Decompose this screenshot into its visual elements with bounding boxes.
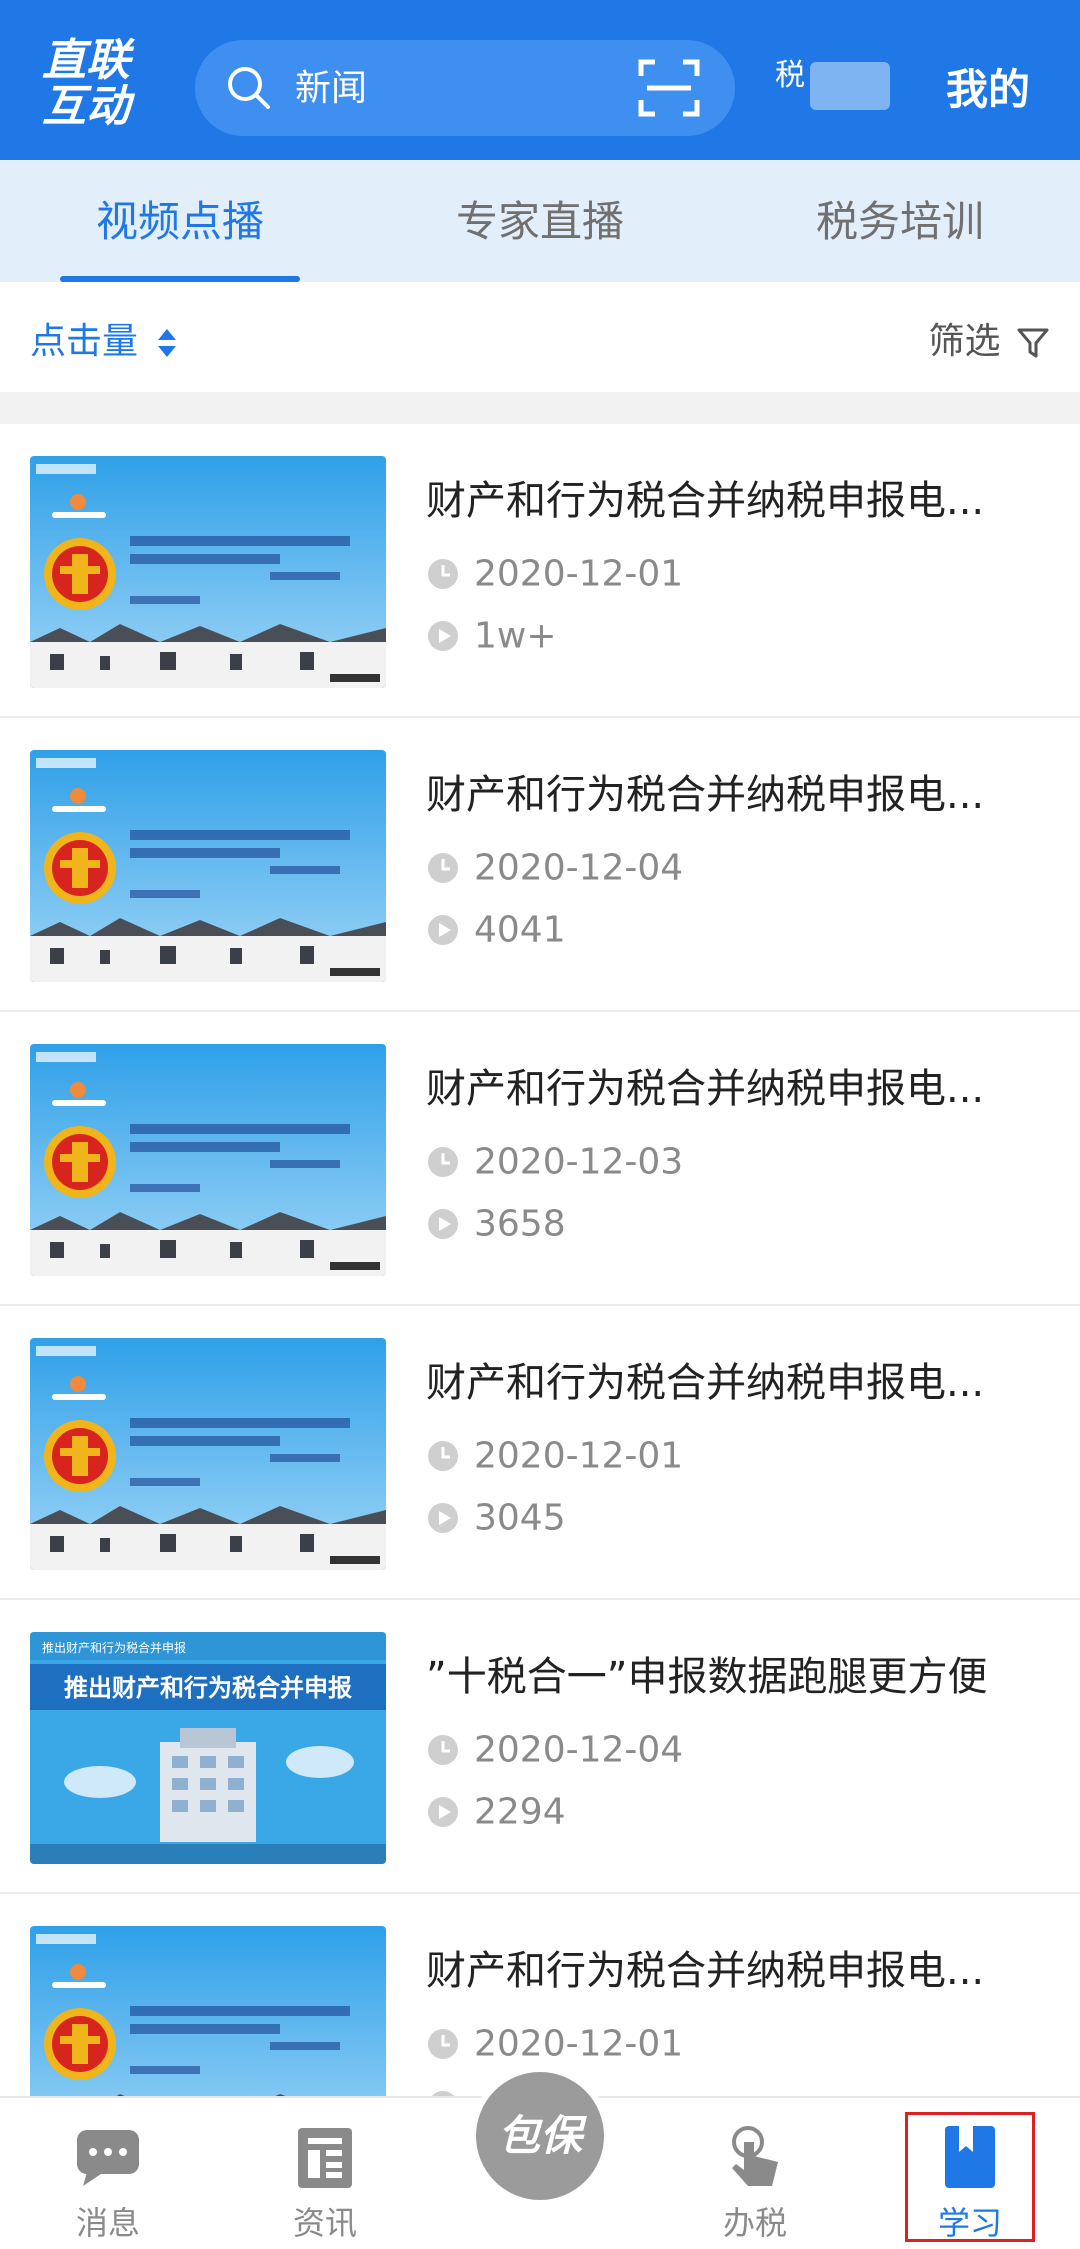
- video-date-row: 2020-12-04: [426, 846, 683, 889]
- video-date-row: 2020-12-01: [426, 1434, 683, 1477]
- thumb-headline: 推出财产和行为税合并申报: [64, 1674, 352, 1702]
- play-icon: [428, 621, 458, 651]
- selection-highlight-box: [905, 2112, 1035, 2242]
- video-thumbnail[interactable]: [30, 750, 386, 982]
- video-thumbnail[interactable]: [30, 456, 386, 688]
- hand-tap-icon: [732, 2126, 778, 2186]
- video-date-row: 2020-12-01: [426, 2022, 683, 2065]
- video-title[interactable]: 财产和行为税合并纳税申报电...: [426, 468, 1046, 526]
- video-thumbnail[interactable]: [30, 1338, 386, 1570]
- clock-icon: [428, 1441, 458, 1471]
- video-date-row: 2020-12-04: [426, 1728, 683, 1771]
- video-title[interactable]: ”十税合一”申报数据跑腿更方便: [426, 1644, 1046, 1702]
- filter-funnel-icon: [1017, 328, 1049, 358]
- sort-arrows-icon: [158, 329, 177, 357]
- search-bar[interactable]: 新闻: [195, 40, 735, 136]
- nav-label: 办税: [722, 2204, 787, 2242]
- video-list: 财产和行为税合并纳税申报电... 2020-12-01 1w+ 财产和行为税合并…: [0, 424, 1080, 2096]
- video-views: 3658: [474, 1203, 566, 1245]
- video-views: 3045: [474, 1497, 566, 1539]
- video-views: 1w+: [474, 615, 557, 657]
- search-input[interactable]: 新闻: [295, 64, 615, 114]
- tab-label: 专家直播: [455, 197, 624, 246]
- video-views-row: 2294: [426, 1790, 566, 1833]
- video-title[interactable]: 财产和行为税合并纳税申报电...: [426, 1056, 1046, 1114]
- video-views-row: [426, 2084, 474, 2096]
- app-logo: 直联互动: [42, 35, 130, 132]
- nav-label: 消息: [75, 2204, 140, 2242]
- play-icon: [428, 1797, 458, 1827]
- thumb-caption: 推出财产和行为税合并申报: [42, 1640, 186, 1655]
- chat-bubble-icon: [77, 2130, 139, 2186]
- region-blur: [810, 62, 890, 110]
- video-list-item[interactable]: 财产和行为税合并纳税申报电... 2020-12-04 4041: [0, 718, 1080, 1012]
- tab-label: 视频点播: [95, 197, 264, 246]
- tab-bar: 视频点播 专家直播 税务培训: [0, 160, 1080, 282]
- filter-label: 筛选: [928, 321, 1001, 362]
- video-list-item[interactable]: 财产和行为税合并纳税申报电... 2020-12-03 3658: [0, 1012, 1080, 1306]
- nav-label: 资讯: [292, 2204, 357, 2242]
- video-title[interactable]: 财产和行为税合并纳税申报电...: [426, 1350, 1046, 1408]
- video-date: 2020-12-01: [474, 1435, 684, 1477]
- sort-filter-bar: 点击量 筛选: [0, 282, 1080, 392]
- clock-icon: [428, 2029, 458, 2059]
- video-date: 2020-12-04: [474, 1729, 684, 1771]
- play-icon: [428, 1209, 458, 1239]
- mine-button[interactable]: 我的: [946, 56, 1030, 117]
- video-views-row: 1w+: [426, 614, 557, 657]
- video-date-row: 2020-12-03: [426, 1140, 683, 1183]
- play-icon: [428, 915, 458, 945]
- region-label: 税: [775, 58, 805, 93]
- video-views-row: 3658: [426, 1202, 566, 1245]
- video-views-row: 3045: [426, 1496, 566, 1539]
- video-views: 4041: [474, 909, 566, 951]
- video-date: 2020-12-03: [474, 1141, 684, 1183]
- filter-button[interactable]: 筛选: [929, 312, 1050, 364]
- video-list-item[interactable]: 财产和行为税合并纳税申报电... 2020-12-01 1w+: [0, 424, 1080, 718]
- region-selector[interactable]: 税: [775, 50, 905, 122]
- video-views: 2294: [474, 1791, 566, 1833]
- clock-icon: [428, 853, 458, 883]
- tab-video-on-demand[interactable]: 视频点播: [60, 160, 300, 282]
- video-views-row: 4041: [426, 908, 566, 951]
- clock-icon: [428, 1147, 458, 1177]
- sort-label: 点击量: [30, 321, 139, 362]
- tab-tax-training[interactable]: 税务培训: [780, 160, 1020, 282]
- search-icon: [228, 67, 270, 109]
- news-icon: [298, 2128, 352, 2188]
- tab-label: 税务培训: [815, 197, 984, 246]
- video-list-item[interactable]: 推出财产和行为税合并申报 推出财产和行为税合并申报 ”十税合一”申报数据跑腿更方…: [0, 1600, 1080, 1894]
- video-date-row: 2020-12-01: [426, 552, 683, 595]
- video-list-item[interactable]: 财产和行为税合并纳税申报电... 2020-12-01 3045: [0, 1306, 1080, 1600]
- sort-by-clicks-button[interactable]: 点击量: [30, 312, 179, 364]
- video-date: 2020-12-04: [474, 847, 684, 889]
- video-thumbnail[interactable]: 推出财产和行为税合并申报 推出财产和行为税合并申报: [30, 1632, 386, 1864]
- nav-tax[interactable]: 办税: [675, 2098, 835, 2249]
- top-header: 直联互动 新闻 税 我的: [0, 0, 1080, 160]
- video-date: 2020-12-01: [474, 2023, 684, 2065]
- center-baobao-button[interactable]: 包保: [470, 2066, 610, 2206]
- nav-news[interactable]: 资讯: [245, 2098, 405, 2249]
- play-icon: [431, 2091, 455, 2096]
- play-icon: [428, 1503, 458, 1533]
- nav-messages[interactable]: 消息: [28, 2098, 188, 2249]
- video-thumbnail[interactable]: [30, 1926, 386, 2096]
- video-thumbnail[interactable]: [30, 1044, 386, 1276]
- clock-icon: [428, 1735, 458, 1765]
- video-title[interactable]: 财产和行为税合并纳税申报电...: [426, 1938, 1046, 1996]
- video-title[interactable]: 财产和行为税合并纳税申报电...: [426, 762, 1046, 820]
- tab-expert-live[interactable]: 专家直播: [420, 160, 660, 282]
- section-divider: [0, 392, 1080, 424]
- video-date: 2020-12-01: [474, 553, 684, 595]
- clock-icon: [428, 559, 458, 589]
- scan-icon[interactable]: [635, 54, 703, 122]
